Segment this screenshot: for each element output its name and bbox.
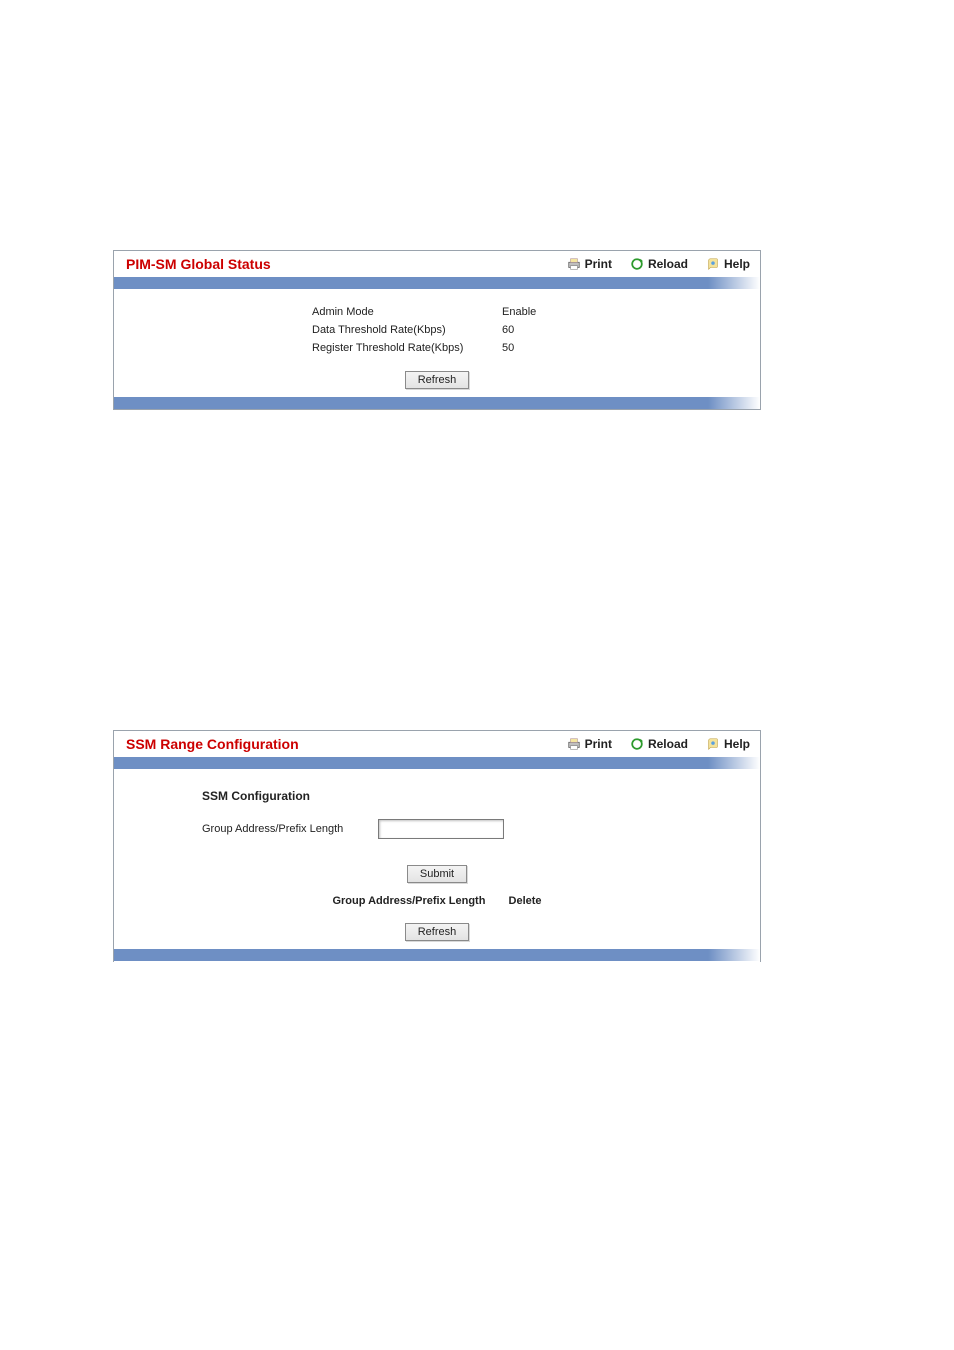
print-label: Print [585,737,612,751]
panel1-bluebar-bottom [114,397,760,409]
panel2-titlebar: SSM Range Configuration Print [114,731,760,757]
group-address-label: Group Address/Prefix Length [202,823,378,835]
help-label: Help [724,737,750,751]
print-button[interactable]: Print [567,257,612,271]
status-label: Data Threshold Rate(Kbps) [312,321,502,339]
list-header-row: Group Address/Prefix Length Delete [114,895,760,907]
reload-icon [630,257,644,271]
panel2-title: SSM Range Configuration [126,736,299,752]
panel2-bluebar-top [114,757,760,769]
print-button[interactable]: Print [567,737,612,751]
status-table: Admin Mode Enable Data Threshold Rate(Kb… [312,303,760,357]
status-row: Register Threshold Rate(Kbps) 50 [312,339,760,357]
pim-sm-status-panel: PIM-SM Global Status Print [113,250,761,410]
panel1-title: PIM-SM Global Status [126,256,271,272]
col-group-address: Group Address/Prefix Length [332,895,485,907]
print-icon [567,257,581,271]
reload-label: Reload [648,737,688,751]
panel1-titlebar: PIM-SM Global Status Print [114,251,760,277]
panel2-bluebar-bottom [114,949,760,961]
refresh-button[interactable]: Refresh [405,923,470,941]
col-delete: Delete [509,895,542,907]
reload-button[interactable]: Reload [630,737,688,751]
panel2-body: SSM Configuration Group Address/Prefix L… [114,769,760,963]
status-value: Enable [502,303,536,321]
print-icon [567,737,581,751]
panel1-button-row: Refresh [114,371,760,389]
submit-button[interactable]: Submit [407,865,467,883]
status-value: 50 [502,339,514,357]
status-label: Register Threshold Rate(Kbps) [312,339,502,357]
help-label: Help [724,257,750,271]
help-icon [706,257,720,271]
group-address-input[interactable] [378,819,504,839]
refresh-button[interactable]: Refresh [405,371,470,389]
group-address-row: Group Address/Prefix Length [202,819,760,839]
reload-label: Reload [648,257,688,271]
help-button[interactable]: Help [706,257,750,271]
status-row: Data Threshold Rate(Kbps) 60 [312,321,760,339]
help-button[interactable]: Help [706,737,750,751]
help-icon [706,737,720,751]
submit-row: Submit [114,865,760,883]
refresh-row: Refresh [114,923,760,941]
status-value: 60 [502,321,514,339]
panel1-bluebar-top [114,277,760,289]
status-row: Admin Mode Enable [312,303,760,321]
reload-button[interactable]: Reload [630,257,688,271]
status-label: Admin Mode [312,303,502,321]
reload-icon [630,737,644,751]
ssm-config-panel: SSM Range Configuration Print [113,730,761,962]
page: PIM-SM Global Status Print [0,0,954,1350]
print-label: Print [585,257,612,271]
panel1-body: Admin Mode Enable Data Threshold Rate(Kb… [114,289,760,403]
ssm-section-heading: SSM Configuration [202,789,760,803]
